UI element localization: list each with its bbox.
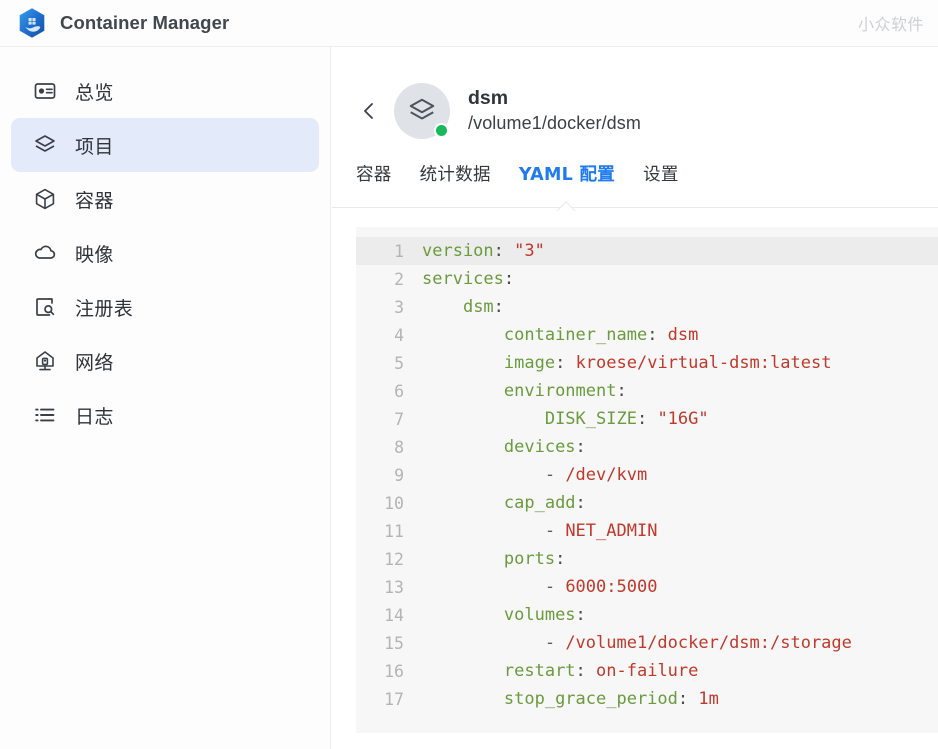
sidebar-item-label: 总览	[75, 81, 114, 104]
list-icon	[32, 402, 58, 428]
code-line: 6 environment:	[356, 377, 938, 405]
title-bar: Container Manager 小众软件	[0, 0, 938, 47]
line-number: 6	[394, 381, 404, 401]
app-title: Container Manager	[60, 12, 230, 33]
line-number: 12	[384, 549, 404, 569]
code-line: 7 DISK_SIZE: "16G"	[356, 405, 938, 433]
layers-icon	[32, 132, 58, 158]
code-line: 2 services:	[356, 265, 938, 293]
code-line: 4 container_name: dsm	[356, 321, 938, 349]
watermark: 小众软件	[857, 15, 924, 34]
code-text: image: kroese/virtual-dsm:latest	[503, 353, 832, 373]
sidebar-item-label: 网络	[75, 351, 114, 374]
tab-settings[interactable]: 设置	[643, 161, 679, 191]
line-number: 4	[394, 325, 404, 345]
sidebar-item-logs[interactable]: 日志	[11, 388, 319, 442]
code-line: 16 restart: on-failure	[356, 657, 938, 685]
sidebar-item-label: 项目	[75, 135, 114, 158]
status-badge	[434, 123, 449, 138]
line-number: 16	[384, 661, 404, 681]
sidebar-item-containers[interactable]: 容器	[11, 172, 319, 226]
avatar	[394, 83, 450, 139]
container-manager-window: Container Manager 小众软件 总览 项目 容器 映像 注册表 网…	[0, 0, 938, 749]
code-text: services:	[422, 269, 515, 289]
back-button[interactable]	[356, 91, 382, 131]
project-info: dsm /volume1/docker/dsm	[468, 86, 641, 136]
code-line: 15 - /volume1/docker/dsm:/storage	[356, 629, 938, 657]
sidebar-item-overview[interactable]: 总览	[11, 64, 319, 118]
code-text: version: "3"	[422, 241, 545, 261]
code-line: 10 cap_add:	[356, 489, 938, 517]
code-line: 9 - /dev/kvm	[356, 461, 938, 489]
code-line: 13 - 6000:5000	[356, 573, 938, 601]
dashboard-icon	[32, 78, 58, 104]
code-text: ports:	[503, 549, 566, 569]
code-line: 3 dsm:	[356, 293, 938, 321]
tab-bar: 容器 统计数据 YAML 配置 设置	[332, 147, 938, 210]
registry-search-icon	[32, 294, 58, 320]
page-title: dsm	[468, 86, 509, 109]
sidebar-item-label: 日志	[75, 405, 114, 428]
cube-icon	[32, 186, 58, 212]
code-line: 14 volumes:	[356, 601, 938, 629]
code-text: devices:	[503, 437, 586, 457]
code-text: stop_grace_period: 1m	[503, 689, 719, 709]
code-text: - 6000:5000	[544, 577, 658, 597]
sidebar-item-network[interactable]: 网络	[11, 334, 319, 388]
line-number: 7	[394, 409, 404, 429]
code-text: cap_add:	[503, 493, 586, 513]
line-number: 1	[394, 241, 404, 261]
project-detail-header: dsm /volume1/docker/dsm	[332, 47, 938, 147]
code-text: restart: on-failure	[503, 661, 699, 681]
code-line: 5 image: kroese/virtual-dsm:latest	[356, 349, 938, 377]
line-number: 11	[384, 521, 404, 541]
cloud-icon	[32, 240, 58, 266]
line-number: 14	[384, 605, 404, 625]
sidebar-item-label: 注册表	[75, 297, 134, 320]
code-text: dsm:	[462, 297, 504, 317]
line-number: 15	[384, 633, 404, 653]
code-line: 1 version: "3"	[356, 237, 938, 265]
main-content: dsm /volume1/docker/dsm 容器 统计数据 YAML 配置 …	[332, 47, 938, 749]
line-number: 2	[394, 269, 404, 289]
yaml-code-viewer[interactable]: 1 version: "3" 2 services: 3 dsm: 4 container…	[356, 227, 938, 733]
sidebar-item-label: 容器	[75, 189, 114, 212]
line-number: 17	[384, 689, 404, 709]
sidebar-item-registry[interactable]: 注册表	[11, 280, 319, 334]
code-text: - /dev/kvm	[544, 465, 648, 485]
code-text: DISK_SIZE: "16G"	[544, 409, 709, 429]
container-manager-logo	[17, 7, 47, 39]
sidebar-item-projects[interactable]: 项目	[11, 118, 319, 172]
line-number: 8	[394, 437, 404, 457]
code-text: - /volume1/docker/dsm:/storage	[544, 633, 852, 653]
code-text: volumes:	[503, 605, 586, 625]
tab-underline	[332, 200, 938, 210]
code-text: environment:	[503, 381, 627, 401]
sidebar-item-label: 映像	[75, 243, 114, 266]
project-path: /volume1/docker/dsm	[468, 113, 641, 134]
line-number: 9	[394, 465, 404, 485]
code-line: 12 ports:	[356, 545, 938, 573]
code-line: 8 devices:	[356, 433, 938, 461]
network-hub-icon	[32, 348, 58, 374]
line-number: 13	[384, 577, 404, 597]
code-text: container_name: dsm	[503, 325, 699, 345]
sidebar: 总览 项目 容器 映像 注册表 网络 日志	[0, 47, 331, 749]
tab-statistics[interactable]: 统计数据	[420, 161, 491, 191]
code-line: 11 - NET_ADMIN	[356, 517, 938, 545]
code-line: 17 stop_grace_period: 1m	[356, 685, 938, 713]
line-number: 5	[394, 353, 404, 373]
sidebar-item-images[interactable]: 映像	[11, 226, 319, 280]
code-text: - NET_ADMIN	[544, 521, 658, 541]
tab-yaml-config[interactable]: YAML 配置	[519, 161, 615, 191]
line-number: 3	[394, 297, 404, 317]
tab-containers[interactable]: 容器	[356, 161, 392, 191]
line-number: 10	[384, 493, 404, 513]
